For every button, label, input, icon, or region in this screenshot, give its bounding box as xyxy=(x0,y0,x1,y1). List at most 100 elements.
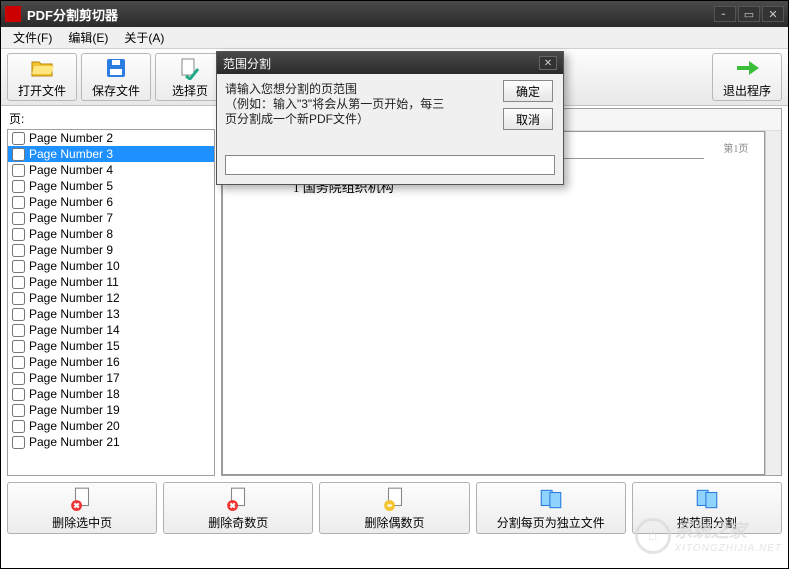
split-each-label: 分割每页为独立文件 xyxy=(497,514,605,531)
range-split-dialog: 范围分割 ✕ 请输入您想分割的页范围 （例如：输入"3"将会从第一页开始，每三页… xyxy=(216,51,564,185)
watermark: ⌂ 系统之家 XITONGZHIJIA.NET xyxy=(635,517,783,554)
dialog-cancel-button[interactable]: 取消 xyxy=(503,108,553,130)
page-label: Page Number 14 xyxy=(29,323,120,337)
page-list-row[interactable]: Page Number 18 xyxy=(8,386,214,402)
page-checkbox[interactable] xyxy=(12,212,25,225)
delete-even-button[interactable]: 删除偶数页 xyxy=(319,482,469,534)
watermark-icon: ⌂ xyxy=(635,518,671,554)
dialog-ok-button[interactable]: 确定 xyxy=(503,80,553,102)
page-label: Page Number 18 xyxy=(29,387,120,401)
page-list-row[interactable]: Page Number 7 xyxy=(8,210,214,226)
page-label: Page Number 15 xyxy=(29,339,120,353)
delete-odd-button[interactable]: 删除奇数页 xyxy=(163,482,313,534)
page-list-row[interactable]: Page Number 20 xyxy=(8,418,214,434)
page-checkbox[interactable] xyxy=(12,148,25,161)
page-checkbox[interactable] xyxy=(12,260,25,273)
page-checkbox[interactable] xyxy=(12,372,25,385)
page-label: Page Number 19 xyxy=(29,403,120,417)
page-checkbox[interactable] xyxy=(12,276,25,289)
page-list-row[interactable]: Page Number 21 xyxy=(8,434,214,450)
split-each-button[interactable]: 分割每页为独立文件 xyxy=(476,482,626,534)
page-list-row[interactable]: Page Number 5 xyxy=(8,178,214,194)
page-label: Page Number 5 xyxy=(29,179,113,193)
page-list-row[interactable]: Page Number 12 xyxy=(8,290,214,306)
page-list-row[interactable]: Page Number 14 xyxy=(8,322,214,338)
page-list-row[interactable]: Page Number 19 xyxy=(8,402,214,418)
dialog-range-input[interactable] xyxy=(225,155,555,175)
page-label: Page Number 3 xyxy=(29,147,113,161)
dialog-close-button[interactable]: ✕ xyxy=(539,56,557,70)
page-label: Page Number 2 xyxy=(29,131,113,145)
page-list-row[interactable]: Page Number 13 xyxy=(8,306,214,322)
menu-about[interactable]: 关于(A) xyxy=(116,27,172,48)
page-label: Page Number 9 xyxy=(29,243,113,257)
titlebar: PDF分割剪切器 ╴ ▭ ✕ xyxy=(1,1,788,27)
page-list-row[interactable]: Page Number 17 xyxy=(8,370,214,386)
page-checkbox[interactable] xyxy=(12,420,25,433)
dialog-titlebar[interactable]: 范围分割 ✕ xyxy=(217,52,563,74)
select-pages-button[interactable]: 选择页 xyxy=(155,53,225,101)
page-list-row[interactable]: Page Number 9 xyxy=(8,242,214,258)
page-list-row[interactable]: Page Number 10 xyxy=(8,258,214,274)
page-checkbox[interactable] xyxy=(12,292,25,305)
page-list-row[interactable]: Page Number 11 xyxy=(8,274,214,290)
page-list[interactable]: Page Number 2 Page Number 3 Page Number 4 P… xyxy=(7,129,215,476)
page-list-row[interactable]: Page Number 16 xyxy=(8,354,214,370)
page-checkbox[interactable] xyxy=(12,180,25,193)
page-list-row[interactable]: Page Number 8 xyxy=(8,226,214,242)
folder-open-icon xyxy=(30,56,54,80)
select-icon xyxy=(178,56,202,80)
pages-range-icon xyxy=(694,486,720,512)
page-label: Page Number 7 xyxy=(29,211,113,225)
delete-even-label: 删除偶数页 xyxy=(365,514,425,531)
page-label: Page Number 12 xyxy=(29,291,120,305)
page-label: Page Number 10 xyxy=(29,259,120,273)
page-label: Page Number 13 xyxy=(29,307,120,321)
dialog-prompt-line1: 请输入您想分割的页范围 xyxy=(225,82,357,96)
page-list-row[interactable]: Page Number 2 xyxy=(8,130,214,146)
preview-page-number: 第1页 xyxy=(723,140,748,155)
maximize-button[interactable]: ▭ xyxy=(738,6,760,22)
page-label: Page Number 20 xyxy=(29,419,120,433)
page-checkbox[interactable] xyxy=(12,340,25,353)
watermark-brand: 系统之家 xyxy=(675,517,783,543)
page-list-row[interactable]: Page Number 4 xyxy=(8,162,214,178)
dialog-prompt: 请输入您想分割的页范围 （例如：输入"3"将会从第一页开始，每三页分割成一个新P… xyxy=(225,82,445,127)
page-list-row[interactable]: Page Number 3 xyxy=(8,146,214,162)
floppy-icon xyxy=(104,56,128,80)
delete-selected-button[interactable]: 删除选中页 xyxy=(7,482,157,534)
minimize-button[interactable]: ╴ xyxy=(714,6,736,22)
page-checkbox[interactable] xyxy=(12,196,25,209)
page-list-row[interactable]: Page Number 15 xyxy=(8,338,214,354)
app-icon xyxy=(5,6,21,22)
exit-label: 退出程序 xyxy=(723,82,771,99)
page-label: Page Number 21 xyxy=(29,435,120,449)
menu-file[interactable]: 文件(F) xyxy=(5,27,60,48)
page-label: Page Number 17 xyxy=(29,371,120,385)
close-button[interactable]: ✕ xyxy=(762,6,784,22)
dialog-title: 范围分割 xyxy=(223,55,539,72)
page-checkbox[interactable] xyxy=(12,132,25,145)
delete-odd-label: 删除奇数页 xyxy=(208,514,268,531)
page-checkbox[interactable] xyxy=(12,388,25,401)
menu-edit[interactable]: 编辑(E) xyxy=(60,27,116,48)
save-file-button[interactable]: 保存文件 xyxy=(81,53,151,101)
page-checkbox[interactable] xyxy=(12,244,25,257)
page-odd-icon xyxy=(225,486,251,512)
page-list-row[interactable]: Page Number 6 xyxy=(8,194,214,210)
page-checkbox[interactable] xyxy=(12,404,25,417)
page-checkbox[interactable] xyxy=(12,228,25,241)
page-checkbox[interactable] xyxy=(12,436,25,449)
page-checkbox[interactable] xyxy=(12,356,25,369)
preview-scrollbar[interactable] xyxy=(765,131,781,475)
pages-split-icon xyxy=(538,486,564,512)
page-label: Page Number 4 xyxy=(29,163,113,177)
exit-button[interactable]: 退出程序 xyxy=(712,53,782,101)
page-label: Page Number 8 xyxy=(29,227,113,241)
open-file-button[interactable]: 打开文件 xyxy=(7,53,77,101)
page-checkbox[interactable] xyxy=(12,308,25,321)
page-even-icon xyxy=(382,486,408,512)
page-checkbox[interactable] xyxy=(12,324,25,337)
page-checkbox[interactable] xyxy=(12,164,25,177)
save-file-label: 保存文件 xyxy=(92,82,140,99)
